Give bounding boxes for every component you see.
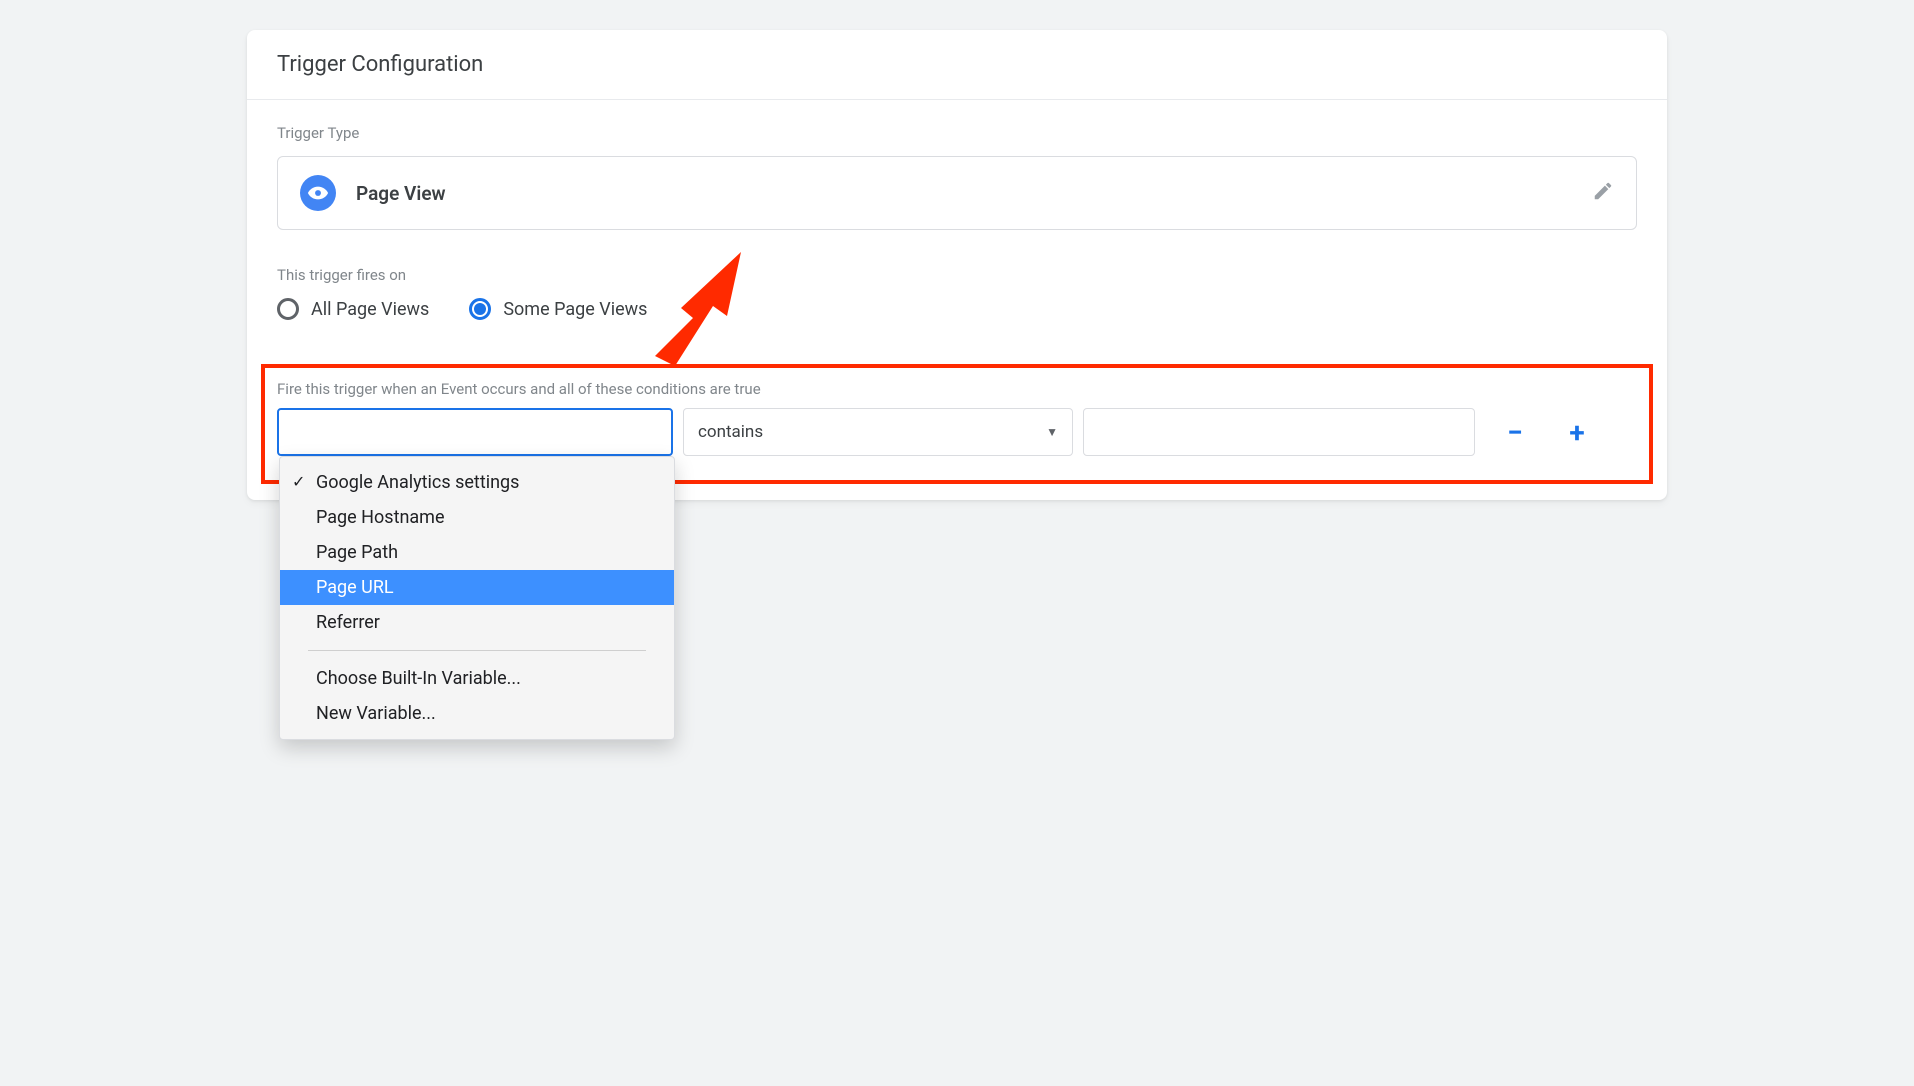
trigger-type-value: Page View	[356, 182, 446, 205]
radio-label: Some Page Views	[503, 299, 647, 320]
radio-label: All Page Views	[311, 299, 429, 320]
radio-some-page-views[interactable]: Some Page Views	[469, 298, 647, 320]
operator-value: contains	[698, 422, 763, 442]
radio-icon	[469, 298, 491, 320]
dropdown-item-choose-builtin[interactable]: Choose Built-In Variable...	[280, 661, 674, 696]
dropdown-item-ga-settings[interactable]: Google Analytics settings	[280, 465, 674, 500]
dropdown-item-referrer[interactable]: Referrer	[280, 605, 674, 640]
dropdown-item-new-variable[interactable]: New Variable...	[280, 696, 674, 731]
variable-dropdown: Google Analytics settings Page Hostname …	[279, 456, 675, 740]
radio-icon	[277, 298, 299, 320]
page-view-icon	[300, 175, 336, 211]
card-body: Trigger Type Page View This trigger fire…	[247, 100, 1667, 500]
add-condition-button[interactable]: +	[1555, 410, 1599, 454]
dropdown-item-page-hostname[interactable]: Page Hostname	[280, 500, 674, 535]
dropdown-item-page-path[interactable]: Page Path	[280, 535, 674, 570]
radio-all-page-views[interactable]: All Page Views	[277, 298, 429, 320]
remove-condition-button[interactable]: −	[1493, 410, 1537, 454]
dropdown-item-page-url[interactable]: Page URL	[280, 570, 674, 605]
edit-icon[interactable]	[1592, 180, 1614, 206]
variable-select[interactable]: Google Analytics settings Page Hostname …	[277, 408, 673, 456]
chevron-down-icon: ▼	[1046, 425, 1058, 439]
dropdown-separator	[308, 650, 646, 651]
condition-label: Fire this trigger when an Event occurs a…	[277, 380, 1637, 398]
trigger-config-card: Trigger Configuration Trigger Type Page …	[247, 30, 1667, 500]
condition-row: Google Analytics settings Page Hostname …	[277, 408, 1637, 456]
trigger-type-left: Page View	[300, 175, 446, 211]
trigger-type-selector[interactable]: Page View	[277, 156, 1637, 230]
trigger-type-label: Trigger Type	[277, 124, 1637, 142]
condition-value-input[interactable]	[1083, 408, 1475, 456]
fires-on-label: This trigger fires on	[277, 266, 1637, 284]
annotation-highlight: Fire this trigger when an Event occurs a…	[261, 364, 1653, 484]
fires-on-radio-group: All Page Views Some Page Views	[277, 298, 1637, 320]
card-title: Trigger Configuration	[247, 30, 1667, 100]
operator-select[interactable]: contains ▼	[683, 408, 1073, 456]
